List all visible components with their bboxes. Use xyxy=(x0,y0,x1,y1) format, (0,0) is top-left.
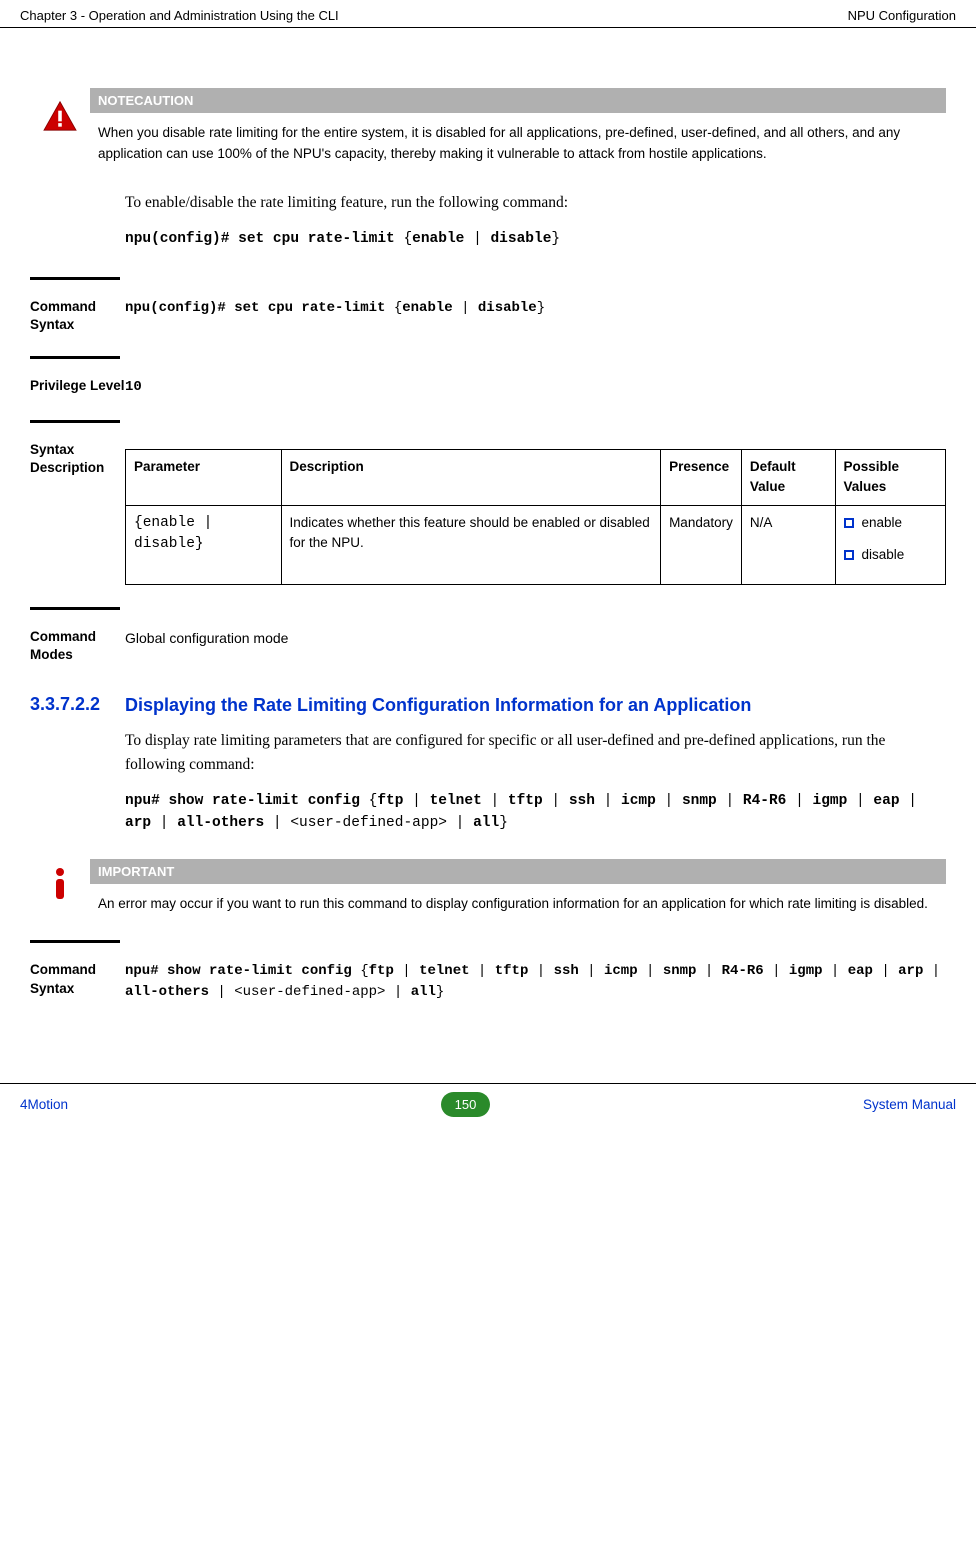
syntax-description-label: Syntax Description xyxy=(30,441,125,477)
possible-value-1: enable xyxy=(862,513,903,533)
command-modes-label: Command Modes xyxy=(30,628,125,664)
privilege-level-label: Privilege Level xyxy=(30,377,125,395)
def-syntax-description: Syntax Description Parameter Description… xyxy=(30,420,946,585)
command-example-1: npu(config)# set cpu rate-limit {enable … xyxy=(125,229,946,251)
th-presence: Presence xyxy=(661,450,742,506)
command-syntax-value: npu(config)# set cpu rate-limit {enable … xyxy=(125,298,946,319)
section-title: Displaying the Rate Limiting Configurati… xyxy=(125,694,946,717)
command-syntax-value-2: npu# show rate-limit config {ftp | telne… xyxy=(125,961,946,1003)
command-modes-value: Global configuration mode xyxy=(125,628,946,649)
command-example-2: npu# show rate-limit config {ftp | telne… xyxy=(125,791,946,835)
cell-default: N/A xyxy=(741,505,835,585)
section-body-33722: To display rate limiting parameters that… xyxy=(125,729,946,777)
command-syntax-label: Command Syntax xyxy=(30,298,125,334)
syntax-description-table: Parameter Description Presence Default V… xyxy=(125,449,946,585)
command-syntax-label-2: Command Syntax xyxy=(30,961,125,997)
cell-description: Indicates whether this feature should be… xyxy=(281,505,661,585)
privilege-level-value: 10 xyxy=(125,379,142,395)
th-default: Default Value xyxy=(741,450,835,506)
bullet-square-icon xyxy=(844,518,854,528)
th-possible: Possible Values xyxy=(835,450,945,506)
def-command-syntax: Command Syntax npu(config)# set cpu rate… xyxy=(30,277,946,334)
info-icon xyxy=(30,859,90,906)
important-block: IMPORTANT An error may occur if you want… xyxy=(30,859,946,919)
header-left: Chapter 3 - Operation and Administration… xyxy=(20,8,339,23)
def-privilege-level: Privilege Level 10 xyxy=(30,356,946,398)
th-parameter: Parameter xyxy=(126,450,282,506)
possible-value-2: disable xyxy=(862,545,905,565)
page-number-badge: 150 xyxy=(441,1092,491,1117)
th-description: Description xyxy=(281,450,661,506)
table-row: {enable | disable} Indicates whether thi… xyxy=(126,505,946,585)
footer-left: 4Motion xyxy=(20,1097,68,1112)
note-caution-body: When you disable rate limiting for the e… xyxy=(90,113,946,169)
def-command-syntax-2: Command Syntax npu# show rate-limit conf… xyxy=(30,940,946,1003)
important-body: An error may occur if you want to run th… xyxy=(90,884,946,919)
bullet-square-icon xyxy=(844,550,854,560)
page-header: Chapter 3 - Operation and Administration… xyxy=(0,0,976,28)
def-command-modes: Command Modes Global configuration mode xyxy=(30,607,946,664)
warning-icon xyxy=(30,88,90,135)
section-number: 3.3.7.2.2 xyxy=(30,694,125,717)
cell-possible: enable disable xyxy=(835,505,945,585)
header-right: NPU Configuration xyxy=(848,8,956,23)
section-heading-33722: 3.3.7.2.2 Displaying the Rate Limiting C… xyxy=(30,694,946,717)
note-caution-title: NOTECAUTION xyxy=(90,88,946,113)
note-caution-block: NOTECAUTION When you disable rate limiti… xyxy=(30,88,946,169)
table-header-row: Parameter Description Presence Default V… xyxy=(126,450,946,506)
cell-parameter: {enable | disable} xyxy=(126,505,282,585)
cell-presence: Mandatory xyxy=(661,505,742,585)
footer-right: System Manual xyxy=(863,1097,956,1112)
intro-text-1: To enable/disable the rate limiting feat… xyxy=(125,191,946,215)
page-footer: 4Motion 150 System Manual xyxy=(0,1083,976,1125)
important-title: IMPORTANT xyxy=(90,859,946,884)
